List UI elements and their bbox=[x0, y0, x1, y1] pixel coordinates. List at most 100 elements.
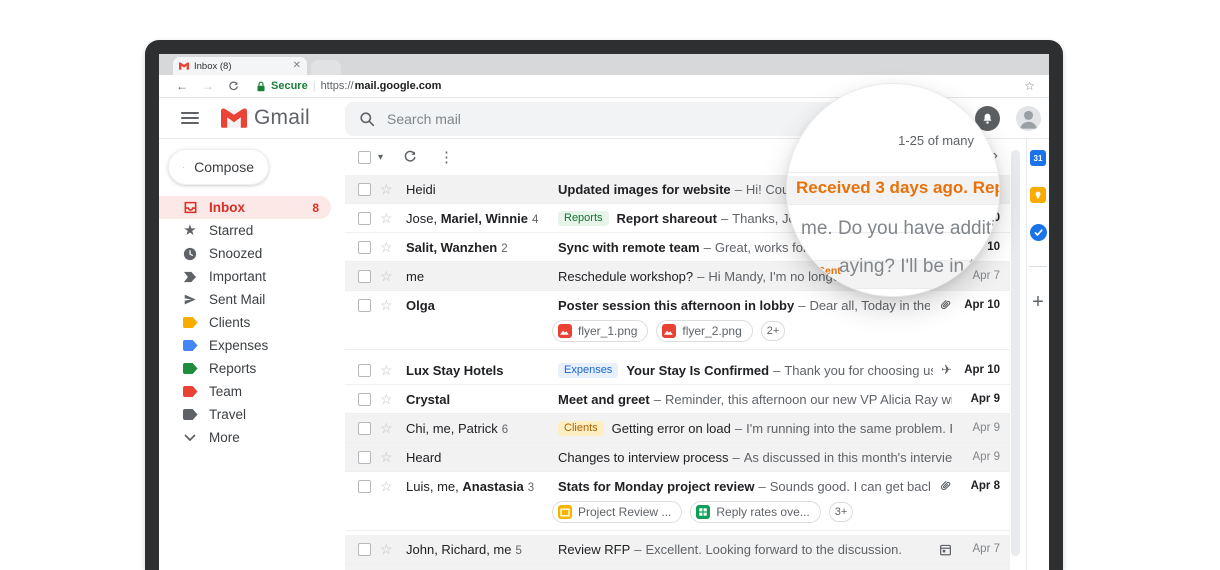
email-date: Apr 8 bbox=[970, 480, 1000, 492]
gmail-logo[interactable]: Gmail bbox=[221, 106, 310, 130]
more-attachments-chip[interactable]: 2+ bbox=[760, 321, 786, 341]
star-toggle-icon[interactable]: ☆ bbox=[380, 363, 396, 377]
sidebar-item-label: Clients bbox=[209, 315, 251, 330]
tasks-addon-icon[interactable] bbox=[1029, 224, 1047, 241]
email-date: Apr 7 bbox=[972, 543, 1001, 555]
email-row[interactable]: ☆ Lux Stay Hotels Expenses Your Stay Is Con… bbox=[345, 356, 1010, 385]
inbox-unread-count: 8 bbox=[312, 200, 319, 215]
sidebar-item-sent-mail[interactable]: Sent Mail bbox=[159, 288, 341, 311]
email-checkbox[interactable] bbox=[358, 240, 371, 254]
star-toggle-icon[interactable]: ☆ bbox=[380, 479, 396, 493]
email-row[interactable]: ☆ Chi, me, Patrick 6 Clients Getting error o… bbox=[345, 414, 1010, 443]
email-checkbox[interactable] bbox=[358, 363, 371, 377]
email-row[interactable]: ☆ Crystal Meet and greet – Reminder, this af… bbox=[345, 385, 1010, 414]
star-toggle-icon[interactable]: ☆ bbox=[380, 298, 396, 312]
select-all-checkbox[interactable] bbox=[358, 150, 371, 164]
sidebar-nav: Inbox 8 ★ Starred Snoozed Important Sent Mail C… bbox=[159, 196, 341, 449]
label-chip[interactable]: Clients bbox=[558, 420, 604, 436]
star-toggle-icon[interactable]: ☆ bbox=[380, 240, 396, 254]
email-checkbox[interactable] bbox=[358, 392, 371, 406]
sidebar-item-important[interactable]: Important bbox=[159, 265, 341, 288]
email-row[interactable]: ☆ Luis, me, Anastasia 3 Stats for Monday pr… bbox=[345, 472, 1010, 531]
email-row[interactable]: ☆Andrea, Jose3ReportsBaseline graphs–Goo… bbox=[345, 564, 1010, 570]
paperclip-icon bbox=[938, 479, 952, 493]
refresh-icon[interactable] bbox=[403, 150, 417, 164]
get-addons-icon[interactable]: + bbox=[1032, 292, 1044, 312]
browser-tab-strip: Inbox (8) ✕ bbox=[159, 54, 1049, 75]
label-tag-icon bbox=[182, 386, 198, 397]
more-options-icon[interactable]: ⋮ bbox=[439, 148, 454, 166]
attachment-chip[interactable]: Reply rates ove... bbox=[690, 501, 821, 523]
email-subject: Reschedule workshop? bbox=[558, 268, 694, 284]
sidebar-item-travel[interactable]: Travel bbox=[159, 403, 341, 426]
more-attachments-chip[interactable]: 3+ bbox=[828, 502, 854, 522]
compose-button[interactable]: Compose bbox=[168, 149, 269, 185]
email-subject: Changes to interview process bbox=[558, 449, 729, 465]
attachment-chip[interactable]: Project Review ... bbox=[552, 501, 683, 523]
forward-icon[interactable]: → bbox=[202, 79, 214, 93]
gmail-m-icon bbox=[221, 108, 247, 128]
back-icon[interactable]: ← bbox=[176, 79, 188, 93]
bookmark-star-icon[interactable]: ☆ bbox=[1024, 79, 1035, 93]
email-subject: Getting error on load bbox=[611, 420, 731, 436]
airplane-icon: ✈ bbox=[941, 362, 952, 377]
email-row[interactable]: ☆ John, Richard, me 5 Review RFP – Excellent.… bbox=[345, 535, 1010, 564]
scrollbar[interactable] bbox=[1011, 150, 1020, 556]
tab-close-icon[interactable]: ✕ bbox=[293, 61, 301, 71]
new-tab-button[interactable] bbox=[311, 60, 341, 75]
sidebar-item-more[interactable]: More bbox=[159, 426, 341, 449]
sidebar-item-team[interactable]: Team bbox=[159, 380, 341, 403]
email-snippet: Thank you for choosing us for your busin… bbox=[784, 362, 933, 378]
email-sender: Salit, Wanzhen 2 bbox=[406, 239, 508, 255]
browser-tab[interactable]: Inbox (8) ✕ bbox=[173, 57, 307, 75]
email-checkbox[interactable] bbox=[358, 450, 371, 464]
star-toggle-icon[interactable]: ☆ bbox=[380, 211, 396, 225]
email-row[interactable]: ☆ Heard Changes to interview process – As di… bbox=[345, 443, 1010, 472]
sidebar-item-reports[interactable]: Reports bbox=[159, 357, 341, 380]
star-toggle-icon[interactable]: ☆ bbox=[380, 182, 396, 196]
sidebar-item-label: Team bbox=[209, 384, 243, 399]
sidebar-item-label: Sent Mail bbox=[209, 292, 266, 307]
email-sender: John, Richard, me 5 bbox=[406, 541, 522, 557]
label-chip[interactable]: Expenses bbox=[558, 362, 619, 378]
email-checkbox[interactable] bbox=[358, 298, 371, 312]
attachment-chip[interactable]: flyer_2.png bbox=[656, 320, 753, 342]
attachment-name: flyer_2.png bbox=[682, 324, 742, 338]
calendar-addon-icon[interactable]: 31 bbox=[1030, 150, 1046, 166]
label-chip[interactable]: Reports bbox=[558, 210, 609, 226]
magnified-snippet-1: me. Do you have addition... bbox=[801, 218, 999, 239]
nudge-text: Received 3 days ago. Reply? bbox=[796, 178, 999, 197]
sidebar: Compose Inbox 8 ★ Starred Snoozed Important Se… bbox=[159, 139, 341, 570]
email-checkbox[interactable] bbox=[358, 542, 371, 556]
star-toggle-icon[interactable]: ☆ bbox=[380, 392, 396, 406]
star-toggle-icon[interactable]: ☆ bbox=[380, 450, 396, 464]
email-sender: Crystal bbox=[406, 391, 451, 407]
star-toggle-icon[interactable]: ☆ bbox=[380, 421, 396, 435]
sidebar-item-expenses[interactable]: Expenses bbox=[159, 334, 341, 357]
calendar-icon bbox=[939, 543, 952, 556]
select-dropdown-caret[interactable]: ▾ bbox=[378, 152, 383, 163]
sidebar-item-inbox[interactable]: Inbox 8 bbox=[159, 196, 341, 219]
account-avatar[interactable] bbox=[1016, 106, 1041, 131]
keep-addon-icon[interactable] bbox=[1030, 187, 1046, 203]
email-row[interactable]: ☆ Olga Poster session this afternoon in lo… bbox=[345, 291, 1010, 350]
email-checkbox[interactable] bbox=[358, 479, 371, 493]
email-checkbox[interactable] bbox=[358, 421, 371, 435]
attachment-chip[interactable]: flyer_1.png bbox=[552, 320, 649, 342]
menu-icon[interactable] bbox=[181, 112, 199, 124]
sidebar-item-snoozed[interactable]: Snoozed bbox=[159, 242, 341, 265]
reload-icon[interactable] bbox=[228, 81, 239, 92]
email-checkbox[interactable] bbox=[358, 182, 371, 196]
email-sender: Lux Stay Hotels bbox=[406, 362, 504, 378]
email-checkbox[interactable] bbox=[358, 211, 371, 225]
label-tag-icon bbox=[182, 340, 198, 351]
star-toggle-icon[interactable]: ☆ bbox=[380, 542, 396, 556]
sidebar-item-starred[interactable]: ★ Starred bbox=[159, 219, 341, 242]
star-toggle-icon[interactable]: ☆ bbox=[380, 269, 396, 283]
sidebar-item-clients[interactable]: Clients bbox=[159, 311, 341, 334]
attachment-name: Reply rates ove... bbox=[716, 505, 810, 519]
email-checkbox[interactable] bbox=[358, 269, 371, 283]
tab-title: Inbox (8) bbox=[194, 60, 232, 72]
email-sender: me bbox=[406, 268, 425, 284]
sidebar-item-label: Important bbox=[209, 269, 267, 284]
